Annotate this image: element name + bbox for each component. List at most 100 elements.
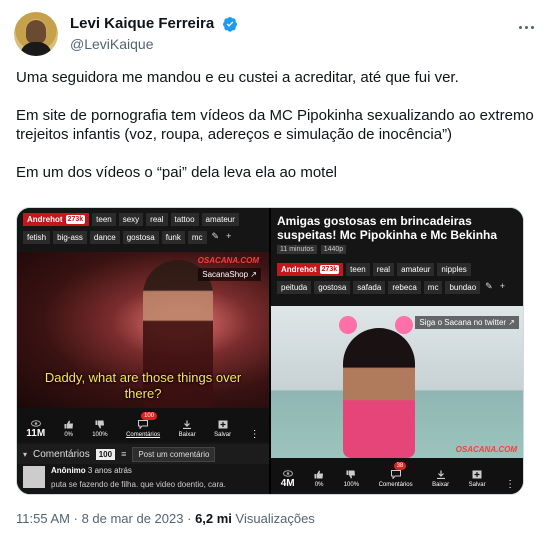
dislike-button[interactable]: 100% bbox=[344, 470, 359, 489]
tweet-time[interactable]: 11:55 AM bbox=[16, 511, 70, 526]
tag[interactable]: tattoo bbox=[170, 212, 199, 226]
tag[interactable]: amateur bbox=[201, 212, 239, 226]
tag[interactable]: gostosa bbox=[122, 230, 159, 244]
verified-badge-icon bbox=[222, 16, 237, 32]
overlay-link[interactable]: Siga o Sacana no twitter ↗ bbox=[415, 316, 519, 329]
tag[interactable]: rebeca bbox=[388, 280, 421, 294]
post-comment-button[interactable]: Post um comentário bbox=[132, 446, 216, 462]
dislike-button[interactable]: 100% bbox=[92, 420, 108, 439]
eye-icon bbox=[30, 420, 41, 427]
tweet-media[interactable]: Andrehot 273k teen sexy real tattoo amate… bbox=[16, 207, 524, 495]
comments-toggle-icon[interactable]: ▾ bbox=[23, 450, 27, 459]
save-button[interactable]: Salvar bbox=[214, 420, 231, 439]
separator: · bbox=[73, 511, 78, 526]
tweet-paragraph-1: Uma seguidora me mandou e eu custei a ac… bbox=[16, 69, 459, 86]
quality: 1440p bbox=[320, 245, 347, 254]
comment-author: Anônimo 3 anos atrás bbox=[51, 466, 132, 475]
edit-icon[interactable]: ✎ bbox=[483, 281, 495, 294]
add-icon[interactable]: + bbox=[224, 231, 233, 244]
overlay-link[interactable]: SacanaShop ↗ bbox=[198, 268, 261, 281]
edit-icon[interactable]: ✎ bbox=[210, 231, 222, 244]
tag[interactable]: fetish bbox=[23, 230, 51, 244]
tag-row: peituda gostosa safada rebeca mc bundao … bbox=[277, 280, 507, 294]
watermark: OSACANA.COM bbox=[197, 256, 259, 265]
comment-icon bbox=[138, 420, 149, 429]
tweet-paragraph-2: Em site de pornografia tem vídeos da MC … bbox=[16, 107, 534, 143]
tweet-paragraph-3: Em um dos vídeos o “pai” dela leva ela a… bbox=[16, 164, 337, 181]
tag[interactable]: teen bbox=[92, 212, 116, 226]
plus-box-icon bbox=[218, 420, 228, 429]
tag[interactable]: safada bbox=[353, 280, 386, 294]
tag-row: fetish big-ass dance gostosa funk mc ✎ + bbox=[23, 230, 233, 244]
tag[interactable]: sexy bbox=[118, 212, 144, 226]
comment-avatar bbox=[23, 466, 45, 488]
separator: · bbox=[187, 511, 192, 526]
tag[interactable]: real bbox=[146, 212, 168, 226]
handle[interactable]: @LeviKaique bbox=[70, 36, 238, 52]
video-figure-detail bbox=[395, 316, 413, 334]
comments-bar: ▾ Comentários 100 ≡ Post um comentário bbox=[17, 444, 269, 464]
tweet-text: Uma seguidora me mandou e eu custei a ac… bbox=[16, 68, 536, 201]
views-count: 6,2 mi bbox=[195, 511, 232, 526]
video-figure bbox=[343, 328, 415, 458]
video-frame[interactable]: OSACANA.COM SacanaShop ↗ Daddy, what are… bbox=[17, 252, 269, 408]
views-stat: 11M bbox=[26, 419, 45, 439]
add-icon[interactable]: + bbox=[498, 281, 507, 294]
comment-text: puta se fazendo de filha. que video doen… bbox=[51, 480, 226, 489]
display-name[interactable]: Levi Kaique Ferreira bbox=[70, 15, 214, 32]
uploader-tag[interactable]: Andrehot 273k bbox=[23, 212, 90, 226]
tag-row: Andrehot 273k teen sexy real tattoo amate… bbox=[23, 212, 239, 226]
watermark: OSACANA.COM bbox=[455, 445, 517, 454]
tag[interactable]: big-ass bbox=[53, 230, 87, 244]
tag[interactable]: funk bbox=[161, 230, 185, 244]
comments-button[interactable]: 38 Comentários bbox=[379, 462, 413, 489]
comment-item: Anônimo 3 anos atrás puta se fazendo de … bbox=[23, 466, 263, 494]
tag[interactable]: gostosa bbox=[314, 280, 351, 294]
sort-icon[interactable]: ≡ bbox=[121, 449, 126, 459]
thumbs-down-icon bbox=[95, 420, 104, 429]
more-options-icon[interactable] bbox=[517, 16, 539, 32]
avatar[interactable] bbox=[14, 12, 58, 56]
tag[interactable]: bundao bbox=[445, 280, 481, 294]
tag[interactable]: mc bbox=[187, 230, 207, 244]
tag[interactable]: dance bbox=[89, 230, 120, 244]
more-icon[interactable]: ⋮ bbox=[250, 430, 260, 440]
tweet-footer: 11:55 AM · 8 de mar de 2023 · 6,2 mi Vis… bbox=[16, 511, 315, 526]
tag-row: Andrehot 273k teen real amateur nipples bbox=[277, 262, 471, 276]
tweet-date[interactable]: 8 de mar de 2023 bbox=[82, 511, 184, 526]
video-frame[interactable]: Siga o Sacana no twitter ↗ OSACANA.COM bbox=[271, 306, 523, 458]
thumbs-up-icon bbox=[64, 420, 73, 429]
comment-icon bbox=[390, 470, 401, 479]
uploader-tag[interactable]: Andrehot 273k bbox=[277, 262, 344, 276]
video-title: Amigas gostosas em brincadeiras suspeita… bbox=[277, 214, 498, 242]
tag[interactable]: nipples bbox=[437, 262, 471, 276]
like-button[interactable]: 0% bbox=[314, 470, 324, 489]
views-label: Visualizações bbox=[235, 511, 315, 526]
tag[interactable]: teen bbox=[346, 262, 370, 276]
author-block: Levi Kaique Ferreira @LeviKaique bbox=[70, 15, 238, 52]
download-button[interactable]: Baixar bbox=[432, 470, 449, 489]
thumbs-up-icon bbox=[314, 470, 324, 479]
tag[interactable]: real bbox=[372, 262, 395, 276]
eye-icon bbox=[282, 470, 293, 477]
download-icon bbox=[436, 470, 445, 479]
save-button[interactable]: Salvar bbox=[469, 470, 486, 489]
video-meta: 11 minutos 1440p bbox=[277, 245, 347, 254]
tag[interactable]: amateur bbox=[397, 262, 435, 276]
video-stats-bar: 11M 0% 100% 100 Comentários Baixar Salva… bbox=[17, 408, 269, 442]
download-button[interactable]: Baixar bbox=[179, 420, 196, 439]
thumbs-down-icon bbox=[346, 470, 356, 479]
media-image-right[interactable]: Amigas gostosas em brincadeiras suspeita… bbox=[271, 208, 523, 494]
video-figure-detail bbox=[339, 316, 357, 334]
more-icon[interactable]: ⋮ bbox=[505, 480, 515, 490]
tag[interactable]: mc bbox=[423, 280, 443, 294]
duration: 11 minutos bbox=[277, 245, 317, 254]
tag[interactable]: peituda bbox=[277, 280, 312, 294]
comments-button[interactable]: 100 Comentários bbox=[126, 412, 160, 439]
media-image-left[interactable]: Andrehot 273k teen sexy real tattoo amate… bbox=[17, 208, 269, 494]
video-subtitle: Daddy, what are those things over there? bbox=[44, 370, 242, 401]
like-button[interactable]: 0% bbox=[64, 420, 74, 439]
download-icon bbox=[183, 420, 192, 429]
tweet-header: Levi Kaique Ferreira @LeviKaique bbox=[14, 12, 541, 56]
plus-box-icon bbox=[472, 470, 482, 479]
